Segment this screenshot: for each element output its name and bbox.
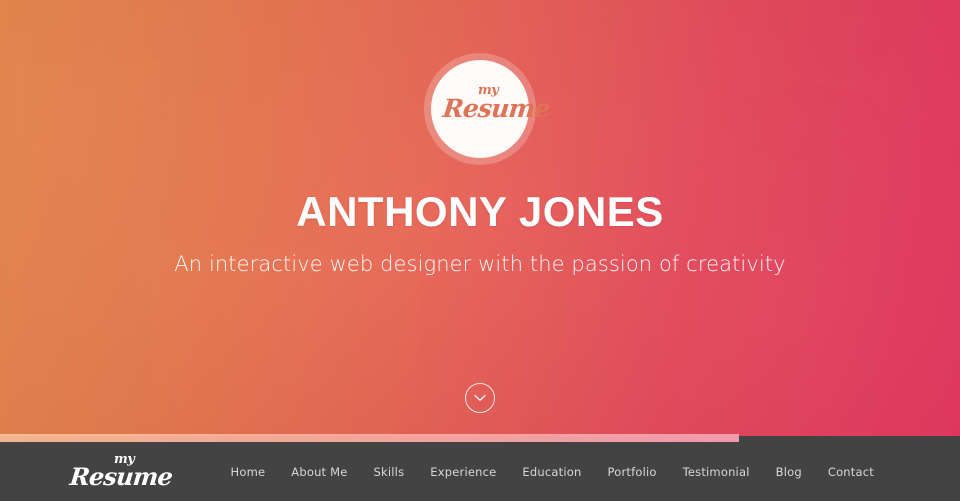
logo-resume-text: Resume (441, 94, 552, 123)
nav-item-skills[interactable]: Skills (374, 465, 405, 479)
logo-badge[interactable]: my Resume (431, 60, 551, 158)
footer-navbar: my Resume Home About Me Skills Experience Ed… (0, 442, 960, 501)
resume-landing-page: my Resume ANTHONY JONES An interactive w… (0, 0, 960, 501)
scroll-progress-track[interactable] (0, 434, 960, 442)
nav-item-contact[interactable]: Contact (828, 465, 874, 479)
hero-content: my Resume ANTHONY JONES An interactive w… (0, 0, 960, 436)
main-navigation: Home About Me Skills Experience Education Por… (231, 442, 875, 501)
footer-logo[interactable]: my Resume (69, 453, 174, 491)
scroll-progress-fill (0, 434, 740, 442)
scroll-down-button[interactable] (465, 383, 495, 413)
nav-item-testimonial[interactable]: Testimonial (683, 465, 750, 479)
nav-item-portfolio[interactable]: Portfolio (607, 465, 656, 479)
nav-item-education[interactable]: Education (522, 465, 581, 479)
page-title: ANTHONY JONES (296, 188, 664, 235)
my-resume-logo: my Resume (441, 84, 551, 133)
hero-section: my Resume ANTHONY JONES An interactive w… (0, 0, 960, 436)
nav-item-about-me[interactable]: About Me (291, 465, 347, 479)
nav-item-home[interactable]: Home (231, 465, 266, 479)
hero-subtitle: An interactive web designer with the pas… (174, 252, 786, 276)
footer-logo-resume-text: Resume (68, 462, 174, 491)
chevron-down-icon (474, 394, 486, 402)
nav-item-experience[interactable]: Experience (430, 465, 496, 479)
nav-item-blog[interactable]: Blog (776, 465, 802, 479)
